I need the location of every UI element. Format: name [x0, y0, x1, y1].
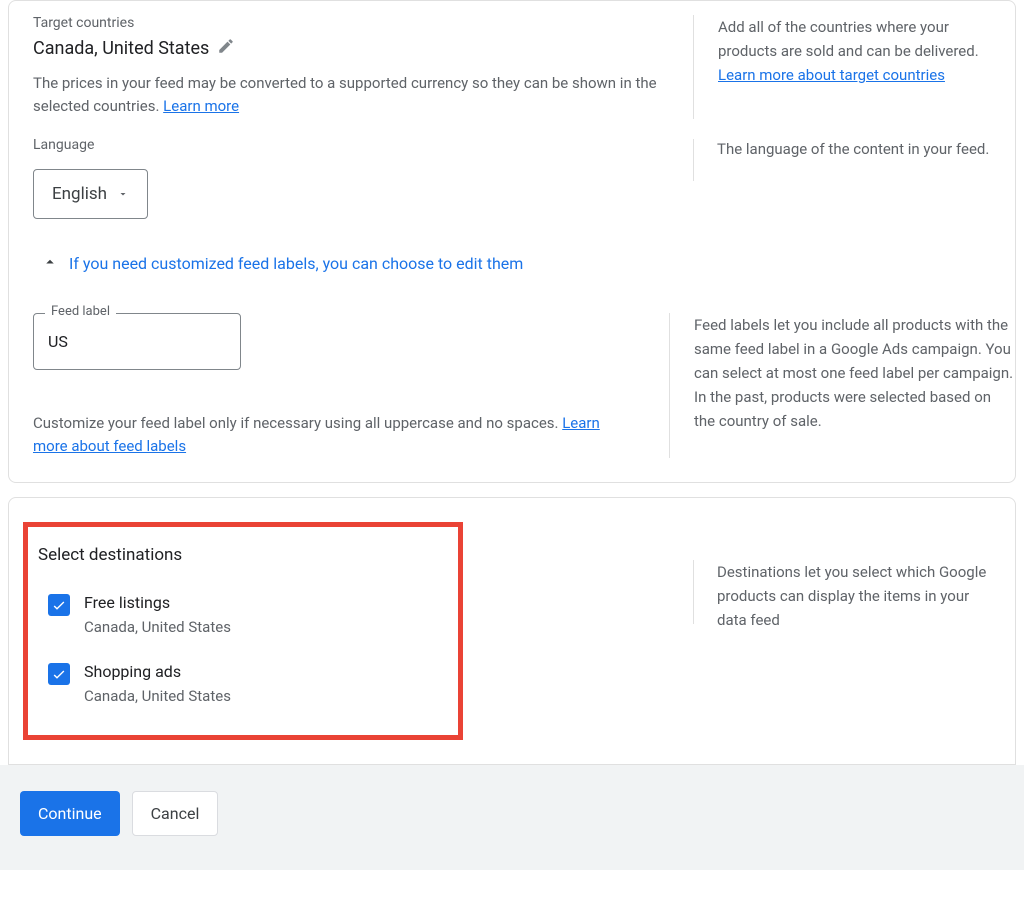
feed-label-aside: Feed labels let you include all products… — [669, 313, 1015, 459]
destinations-card: Select destinations Free listings Canada… — [8, 497, 1016, 765]
language-dropdown[interactable]: English — [33, 169, 148, 219]
destination-item: Shopping ads Canada, United States — [48, 662, 440, 705]
language-section: Language English The language of the con… — [9, 137, 1015, 237]
feed-labels-toggle[interactable]: If you need customized feed labels, you … — [9, 237, 1015, 275]
destination-checkbox-free-listings[interactable] — [48, 594, 70, 616]
destinations-title: Select destinations — [38, 545, 440, 565]
edit-icon[interactable] — [217, 37, 235, 60]
chevron-up-icon — [41, 253, 59, 275]
destination-sub: Canada, United States — [84, 618, 231, 636]
settings-card: Target countries Canada, United States T… — [8, 0, 1016, 483]
destination-name: Free listings — [84, 593, 231, 612]
feed-label-section: Feed label Customize your feed label onl… — [9, 285, 1015, 483]
destination-item: Free listings Canada, United States — [48, 593, 440, 636]
target-countries-learn-more-link[interactable]: Learn more — [163, 97, 239, 115]
feed-label-field: Feed label — [33, 313, 241, 370]
destination-name: Shopping ads — [84, 662, 231, 681]
destination-checkbox-shopping-ads[interactable] — [48, 663, 70, 685]
feed-labels-toggle-text: If you need customized feed labels, you … — [69, 254, 523, 273]
feed-label-input[interactable] — [33, 313, 241, 370]
target-countries-value: Canada, United States — [33, 38, 209, 59]
language-aside: The language of the content in your feed… — [693, 137, 991, 219]
destinations-aside: Destinations let you select which Google… — [693, 522, 991, 740]
destination-sub: Canada, United States — [84, 687, 231, 705]
target-countries-label: Target countries — [33, 15, 669, 31]
chevron-down-icon — [117, 188, 129, 200]
cancel-button[interactable]: Cancel — [132, 791, 219, 836]
continue-button[interactable]: Continue — [20, 791, 120, 836]
feed-label-help: Customize your feed label only if necess… — [9, 378, 645, 483]
feed-label-caption: Feed label — [45, 304, 116, 319]
target-countries-value-row: Canada, United States — [33, 37, 669, 60]
target-countries-section: Target countries Canada, United States T… — [9, 1, 1015, 137]
footer-actions: Continue Cancel — [0, 765, 1024, 870]
target-countries-aside-link[interactable]: Learn more about target countries — [718, 66, 945, 84]
language-value: English — [52, 184, 107, 204]
target-countries-help: The prices in your feed may be converted… — [33, 72, 669, 119]
destinations-highlight: Select destinations Free listings Canada… — [23, 522, 463, 740]
target-countries-aside: Add all of the countries where your prod… — [693, 15, 991, 119]
language-label: Language — [33, 137, 669, 153]
